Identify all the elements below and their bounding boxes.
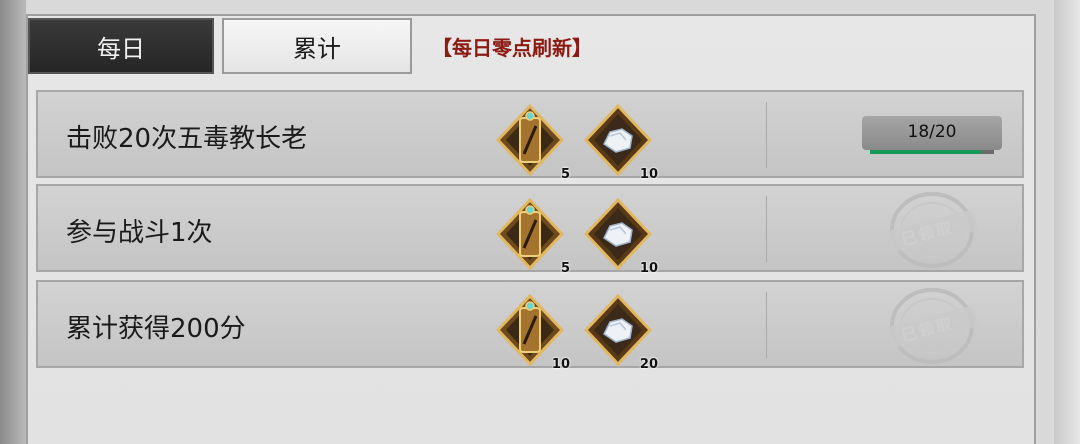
task-row: 参与战斗1次 5 10 已领取 bbox=[36, 184, 1024, 276]
bronze-token-icon[interactable]: 5 bbox=[492, 196, 570, 276]
progress-text: 18/20 bbox=[907, 122, 957, 142]
row-divider bbox=[766, 102, 767, 168]
task-progress: 18/20 bbox=[862, 114, 1002, 158]
reward-quantity: 5 bbox=[560, 167, 570, 182]
reward-quantity: 10 bbox=[551, 357, 570, 372]
tab-total[interactable]: 累计 bbox=[222, 18, 412, 74]
claimed-stamp: 已领取 bbox=[886, 190, 978, 270]
progress-bar-fill bbox=[870, 150, 982, 154]
task-title: 击败20次五毒教长老 bbox=[66, 124, 308, 154]
row-divider bbox=[766, 196, 767, 262]
silver-ore-icon[interactable]: 10 bbox=[580, 102, 658, 182]
task-title: 累计获得200分 bbox=[66, 314, 246, 344]
bronze-token-icon[interactable]: 10 bbox=[492, 292, 570, 372]
row-divider bbox=[766, 292, 767, 358]
task-row: 击败20次五毒教长老 5 10 18/20 bbox=[36, 90, 1024, 182]
tab-daily[interactable]: 每日 bbox=[28, 18, 214, 74]
bronze-token-icon[interactable]: 5 bbox=[492, 102, 570, 182]
reward-quantity: 20 bbox=[639, 357, 658, 372]
task-title: 参与战斗1次 bbox=[66, 218, 213, 248]
task-row: 累计获得200分 10 20 已领取 bbox=[36, 280, 1024, 372]
right-backdrop bbox=[1054, 0, 1080, 444]
reward-quantity: 5 bbox=[560, 261, 570, 276]
claimed-stamp: 已领取 bbox=[886, 286, 978, 366]
refresh-notice: 【每日零点刷新】 bbox=[432, 36, 592, 60]
silver-ore-icon[interactable]: 20 bbox=[580, 292, 658, 372]
reward-quantity: 10 bbox=[639, 167, 658, 182]
left-backdrop bbox=[0, 0, 26, 444]
silver-ore-icon[interactable]: 10 bbox=[580, 196, 658, 276]
reward-quantity: 10 bbox=[639, 261, 658, 276]
